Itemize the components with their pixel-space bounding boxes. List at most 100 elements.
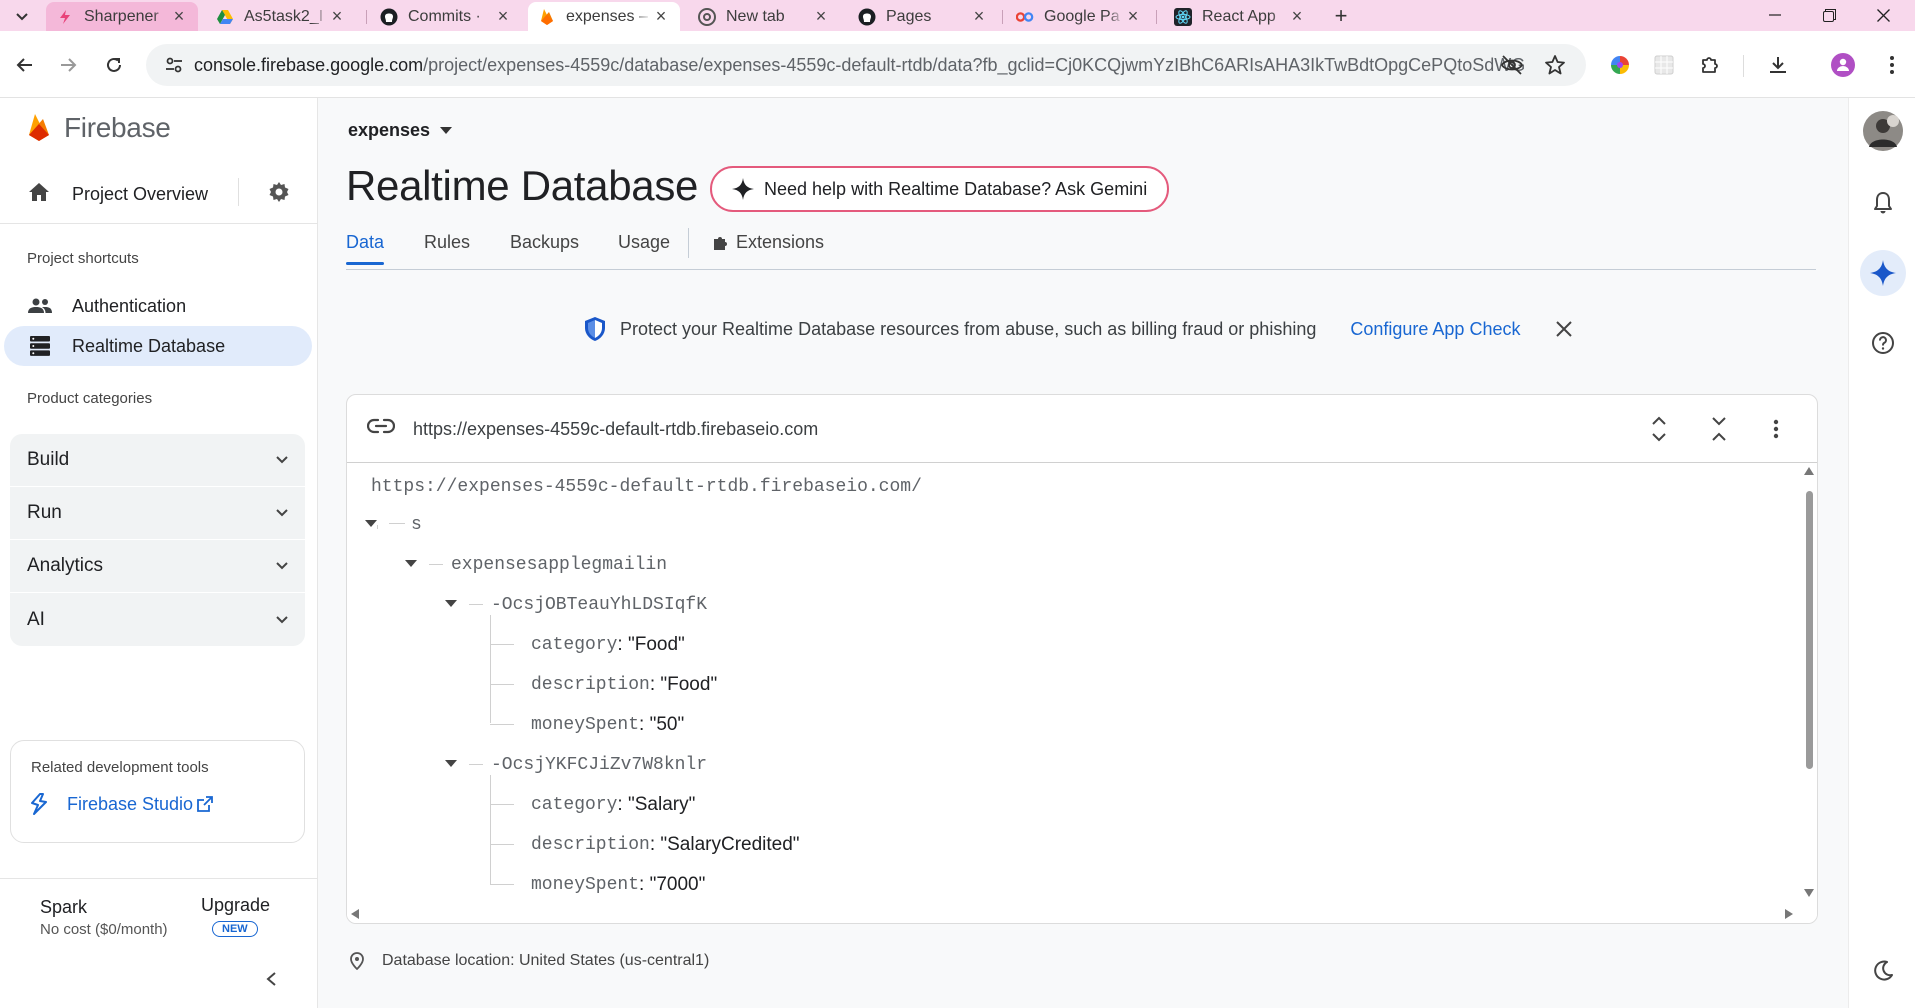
tree-leaf-money-spent[interactable]: moneySpent: "7000" — [531, 873, 705, 897]
firebase-studio-label: Firebase Studio — [67, 793, 194, 814]
reload-button[interactable] — [98, 49, 130, 81]
tab-data[interactable]: Data — [346, 232, 385, 265]
category-run[interactable]: Run — [10, 487, 305, 540]
browser-menu-button[interactable] — [1876, 49, 1908, 81]
close-icon[interactable]: × — [494, 6, 512, 26]
right-rail — [1848, 98, 1915, 1008]
bookmark-star-icon[interactable] — [1544, 54, 1566, 76]
leaf-key: description — [531, 835, 650, 855]
tree-node-entry[interactable]: -OcsjYKFCJiZv7W8knlr — [491, 753, 707, 777]
scroll-left-icon[interactable] — [351, 909, 359, 919]
upgrade-button[interactable]: Upgrade — [201, 895, 270, 916]
gemini-button[interactable] — [1860, 250, 1906, 296]
scrollbar-thumb[interactable] — [1806, 491, 1813, 769]
tree-leaf-description[interactable]: description: "Food" — [531, 673, 717, 697]
browser-tab-react-app[interactable]: React App × — [1164, 2, 1316, 31]
plan-cost: No cost ($0/month) — [40, 921, 168, 938]
new-tab-button[interactable]: + — [1328, 3, 1354, 29]
configure-app-check-link[interactable]: Configure App Check — [1350, 319, 1520, 340]
tab-search-button[interactable] — [8, 4, 36, 28]
account-avatar[interactable] — [1860, 108, 1906, 154]
profile-button[interactable] — [1827, 49, 1859, 81]
tree-leaf-category[interactable]: category: "Salary" — [531, 793, 695, 817]
gear-icon[interactable] — [267, 180, 291, 204]
url-text[interactable]: console.firebase.google.com/project/expe… — [194, 55, 1524, 76]
tree-node-s[interactable]: s — [411, 513, 422, 537]
browser-tab-sharpener[interactable]: Sharpener × — [46, 2, 198, 31]
tree-leaf-category[interactable]: category: "Food" — [531, 633, 685, 657]
tab-extensions[interactable]: Extensions — [712, 232, 824, 253]
forward-button[interactable] — [52, 49, 84, 81]
close-icon[interactable]: × — [652, 6, 670, 26]
leaf-value[interactable]: "Salary" — [628, 794, 695, 816]
browser-tab-google-pay[interactable]: Google Pa × — [1006, 2, 1152, 31]
expand-toggle-icon[interactable] — [445, 600, 457, 607]
project-overview-link[interactable]: Project Overview — [72, 184, 208, 205]
site-settings-icon[interactable] — [164, 55, 184, 75]
dark-mode-button[interactable] — [1860, 948, 1906, 994]
expand-all-icon[interactable] — [1650, 415, 1668, 443]
sidebar-item-label: Authentication — [72, 295, 187, 316]
sidebar-item-realtime-database[interactable]: Realtime Database — [4, 326, 312, 366]
leaf-value[interactable]: "SalaryCredited" — [660, 834, 799, 856]
profile-avatar-icon — [1831, 53, 1855, 77]
leaf-value[interactable]: "7000" — [650, 874, 706, 896]
downloads-button[interactable] — [1762, 49, 1794, 81]
collapse-sidebar-icon[interactable] — [264, 971, 278, 987]
tree-leaf-money-spent[interactable]: moneySpent: "50" — [531, 713, 684, 737]
tree-node-entry[interactable]: -OcsjOBTeauYhLDSIqfK — [491, 593, 707, 617]
browser-tab-newtab[interactable]: New tab × — [688, 2, 840, 31]
close-icon[interactable]: × — [1288, 6, 1306, 26]
close-icon[interactable]: × — [970, 6, 988, 26]
restore-button[interactable] — [1806, 2, 1852, 28]
extensions-menu-button[interactable] — [1694, 49, 1726, 81]
help-button[interactable] — [1860, 320, 1906, 366]
browser-tab-drive[interactable]: As5task2_I × — [206, 2, 356, 31]
browser-tab-pages[interactable]: Pages × — [848, 2, 998, 31]
tab-rules[interactable]: Rules — [424, 232, 470, 253]
firebase-studio-link[interactable]: Firebase Studio — [29, 793, 213, 815]
close-icon[interactable]: × — [328, 6, 346, 26]
color-extension-button[interactable] — [1604, 49, 1636, 81]
leaf-value[interactable]: "Food" — [628, 634, 685, 656]
puzzle-icon — [1702, 57, 1718, 73]
category-analytics[interactable]: Analytics — [10, 540, 305, 593]
tab-backups[interactable]: Backups — [510, 232, 579, 253]
eye-off-icon[interactable] — [1500, 54, 1524, 76]
database-url[interactable]: https://expenses-4559c-default-rtdb.fire… — [413, 419, 818, 440]
tree-root[interactable]: https://expenses-4559c-default-rtdb.fire… — [371, 475, 922, 499]
firebase-logo[interactable]: Firebase — [26, 112, 171, 144]
leaf-value[interactable]: "50" — [650, 714, 685, 736]
minimize-button[interactable] — [1752, 2, 1798, 28]
category-build[interactable]: Build — [10, 434, 305, 487]
tree-node-user[interactable]: expensesapplegmailin — [451, 553, 667, 577]
expand-toggle-icon[interactable] — [405, 560, 417, 567]
close-icon[interactable]: × — [1124, 6, 1142, 26]
expand-toggle-icon[interactable] — [365, 520, 377, 527]
scroll-right-icon[interactable] — [1785, 909, 1793, 919]
vertical-scrollbar[interactable] — [1799, 463, 1817, 903]
close-icon[interactable]: × — [170, 6, 188, 26]
ask-gemini-button[interactable]: Need help with Realtime Database? Ask Ge… — [710, 166, 1170, 212]
leaf-value[interactable]: "Food" — [660, 674, 717, 696]
category-ai[interactable]: AI — [10, 593, 305, 646]
sidebar-item-authentication[interactable]: Authentication — [4, 286, 312, 326]
scroll-up-icon[interactable] — [1804, 467, 1814, 475]
close-icon[interactable] — [1556, 321, 1573, 337]
close-icon[interactable]: × — [812, 6, 830, 26]
tree-leaf-description[interactable]: description: "SalaryCredited" — [531, 833, 800, 857]
notifications-button[interactable] — [1860, 180, 1906, 226]
close-window-button[interactable] — [1860, 2, 1906, 28]
browser-tab-expenses[interactable]: expenses – × — [528, 2, 680, 31]
collapse-all-icon[interactable] — [1710, 415, 1728, 443]
project-selector[interactable]: expenses — [348, 120, 453, 141]
extension-button[interactable] — [1648, 49, 1680, 81]
browser-tab-commits[interactable]: Commits · × — [370, 2, 522, 31]
scroll-down-icon[interactable] — [1804, 889, 1814, 897]
address-bar[interactable]: console.firebase.google.com/project/expe… — [146, 44, 1586, 86]
tab-usage[interactable]: Usage — [618, 232, 670, 253]
more-vert-icon[interactable] — [1773, 415, 1779, 443]
back-button[interactable] — [9, 49, 41, 81]
horizontal-scrollbar[interactable] — [347, 903, 1817, 923]
expand-toggle-icon[interactable] — [445, 760, 457, 767]
